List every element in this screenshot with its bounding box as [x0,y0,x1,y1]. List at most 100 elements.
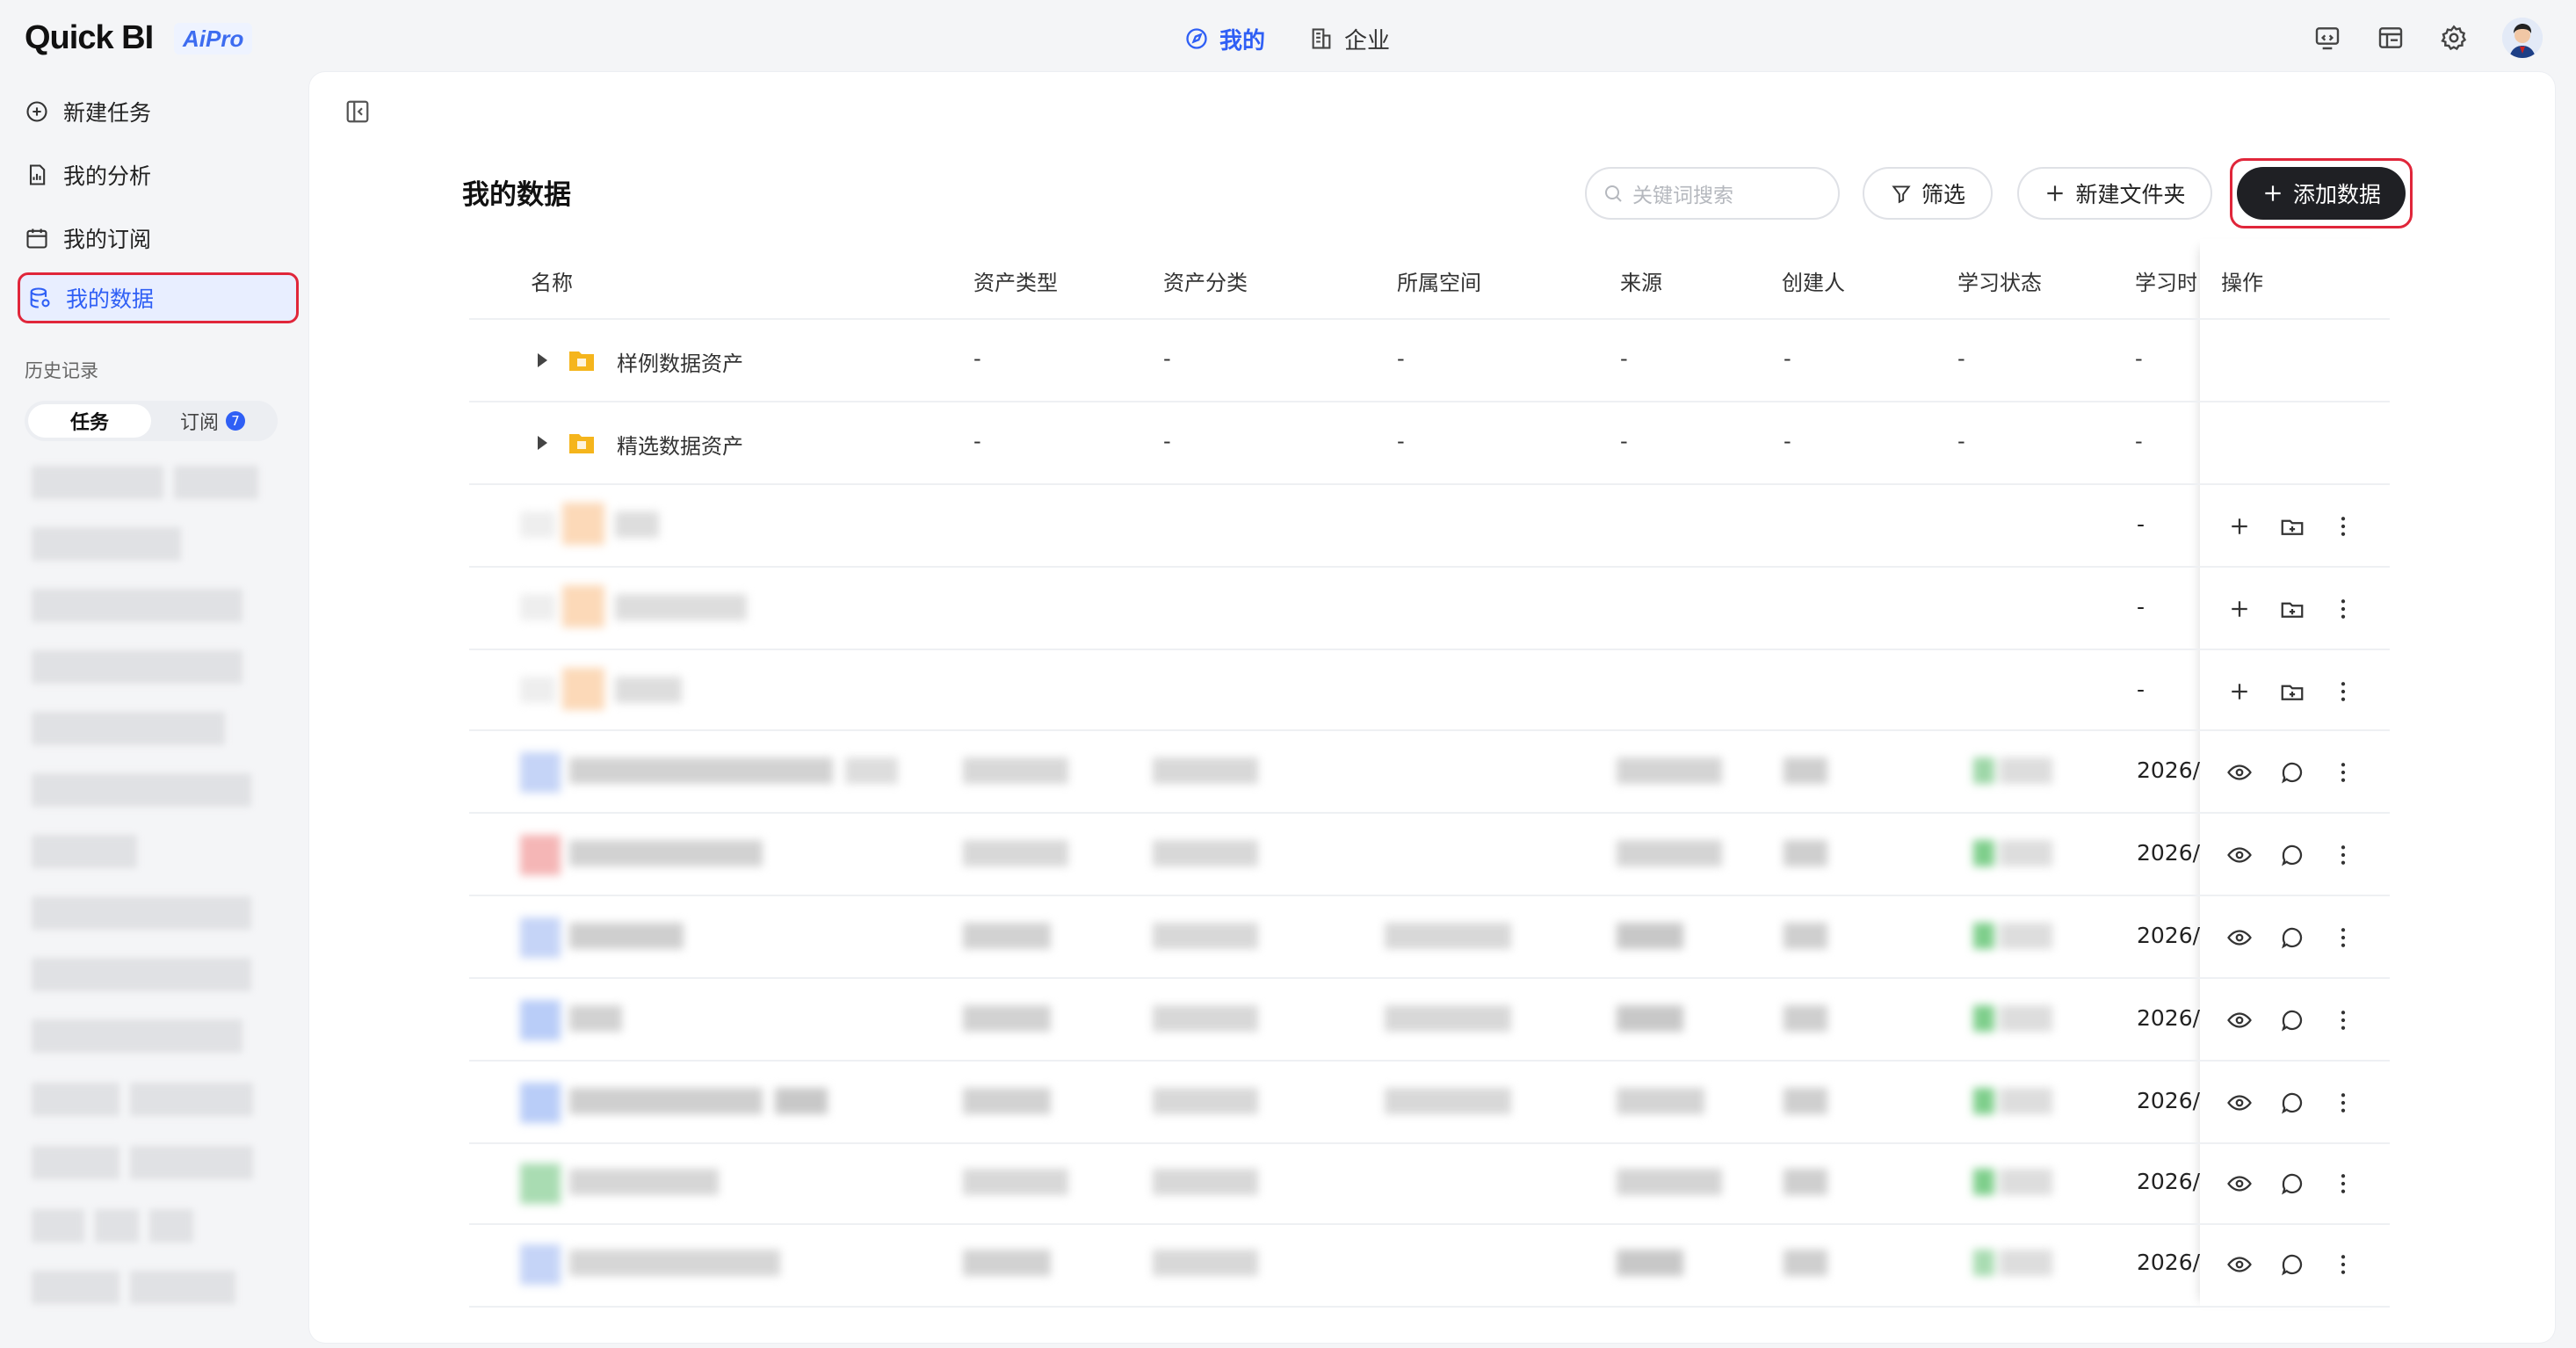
cell-learn-time: 2026/0 [2137,1005,2200,1031]
more-icon[interactable] [2330,1007,2356,1033]
tab-mine-label: 我的 [1219,27,1266,54]
segment-tasks-label: 任务 [69,412,109,434]
more-icon[interactable] [2330,596,2356,622]
history-item[interactable] [32,589,242,627]
more-icon[interactable] [2330,842,2356,868]
column-header-source[interactable]: 来源 [1620,265,1662,296]
preview-icon[interactable] [2226,1170,2253,1197]
expand-caret-icon[interactable] [538,353,547,367]
segment-tasks[interactable]: 任务 [28,404,151,438]
filter-button[interactable]: 筛选 [1863,167,1993,220]
more-icon[interactable] [2330,1170,2356,1197]
history-item[interactable] [32,896,251,935]
ai-chat-icon[interactable] [2279,924,2305,951]
blurred-cell [963,1005,1051,1035]
sidebar-item-label: 我的数据 [66,286,155,312]
sidebar-item-my-data[interactable]: 我的数据 [18,272,299,323]
collapse-sidebar-icon[interactable] [344,98,371,125]
preview-icon[interactable] [2226,759,2253,786]
preview-icon[interactable] [2226,842,2253,868]
blurred-cell [1385,923,1511,953]
history-item[interactable] [32,835,137,873]
sidebar-item-my-subscription[interactable]: 我的订阅 [25,216,297,260]
more-icon[interactable] [2330,1251,2356,1278]
blurred-name [520,1244,801,1285]
ai-chat-icon[interactable] [2279,1251,2305,1278]
search-input[interactable]: 关键词搜索 [1585,167,1840,220]
more-icon[interactable] [2330,678,2356,705]
history-item[interactable] [32,1146,253,1185]
column-header-learn-time[interactable]: 学习时 [2135,265,2196,296]
gear-icon[interactable] [2439,23,2469,53]
history-item[interactable] [32,1271,235,1309]
history-item[interactable] [32,1019,242,1058]
page-title: 我的数据 [462,179,571,211]
row-name[interactable]: 精选数据资产 [617,429,743,460]
preview-icon[interactable] [2226,924,2253,951]
blurred-cell [1617,1005,1683,1035]
cell-learn-status: - [1957,346,1965,371]
history-item[interactable] [32,712,225,750]
preview-icon[interactable] [2226,1251,2253,1278]
column-header-workspace[interactable]: 所属空间 [1397,265,1481,296]
cell-learn-time: - [2137,511,2145,537]
ai-chat-icon[interactable] [2279,759,2305,786]
add-data-button[interactable]: 添加数据 [2237,167,2406,220]
add-folder-icon[interactable] [2279,678,2305,705]
screen-icon[interactable] [2312,23,2342,53]
history-item[interactable] [32,958,251,997]
column-header-name[interactable]: 名称 [531,265,573,296]
more-icon[interactable] [2330,513,2356,540]
layout-icon[interactable] [2376,23,2406,53]
cell-creator: - [1784,429,1791,453]
cell-workspace: - [1397,346,1405,371]
ai-chat-icon[interactable] [2279,1170,2305,1197]
row-divider [469,483,2390,485]
app-logo[interactable]: Quick BI [25,19,154,57]
column-header-asset-type[interactable]: 资产类型 [973,265,1058,296]
blurred-name [520,917,696,958]
cell-creator: - [1784,346,1791,371]
ai-chat-icon[interactable] [2279,1090,2305,1116]
row-name[interactable]: 样例数据资产 [617,346,743,377]
add-icon[interactable] [2226,678,2253,705]
more-icon[interactable] [2330,759,2356,786]
more-icon[interactable] [2330,924,2356,951]
more-icon[interactable] [2330,1090,2356,1116]
blurred-name [520,835,775,875]
blurred-cell [1617,923,1683,953]
ai-chat-icon[interactable] [2279,1007,2305,1033]
avatar[interactable] [2502,18,2543,58]
preview-icon[interactable] [2226,1090,2253,1116]
add-folder-icon[interactable] [2279,513,2305,540]
tab-enterprise[interactable]: 企业 [1309,21,1390,56]
column-header-asset-category[interactable]: 资产分类 [1163,265,1248,296]
column-header-creator[interactable]: 创建人 [1782,265,1845,296]
history-item[interactable] [32,1083,253,1121]
add-icon[interactable] [2226,513,2253,540]
column-header-learn-status[interactable]: 学习状态 [1957,265,2042,296]
sidebar-item-new-task[interactable]: 新建任务 [25,90,297,134]
cell-learn-time: - [2135,346,2143,371]
history-item[interactable] [32,773,251,812]
blurred-status [1973,757,2058,787]
preview-icon[interactable] [2226,1007,2253,1033]
tab-mine[interactable]: 我的 [1184,21,1265,56]
ai-chat-icon[interactable] [2279,842,2305,868]
sidebar-item-label: 我的订阅 [63,227,152,252]
cell-learn-time: - [2135,429,2143,453]
segment-subscriptions[interactable]: 订阅 7 [151,404,274,438]
history-item[interactable] [32,1209,193,1248]
new-folder-button[interactable]: 新建文件夹 [2017,167,2212,220]
history-item[interactable] [32,466,258,504]
add-icon[interactable] [2226,596,2253,622]
history-item[interactable] [32,650,242,689]
blurred-cell [1617,840,1722,870]
expand-caret-icon[interactable] [538,436,547,450]
sidebar-item-my-analysis[interactable]: 我的分析 [25,153,297,197]
history-item[interactable] [32,527,181,566]
plus-icon [2265,185,2281,201]
blurred-name [520,668,696,712]
blurred-cell [1784,757,1827,787]
add-folder-icon[interactable] [2279,596,2305,622]
